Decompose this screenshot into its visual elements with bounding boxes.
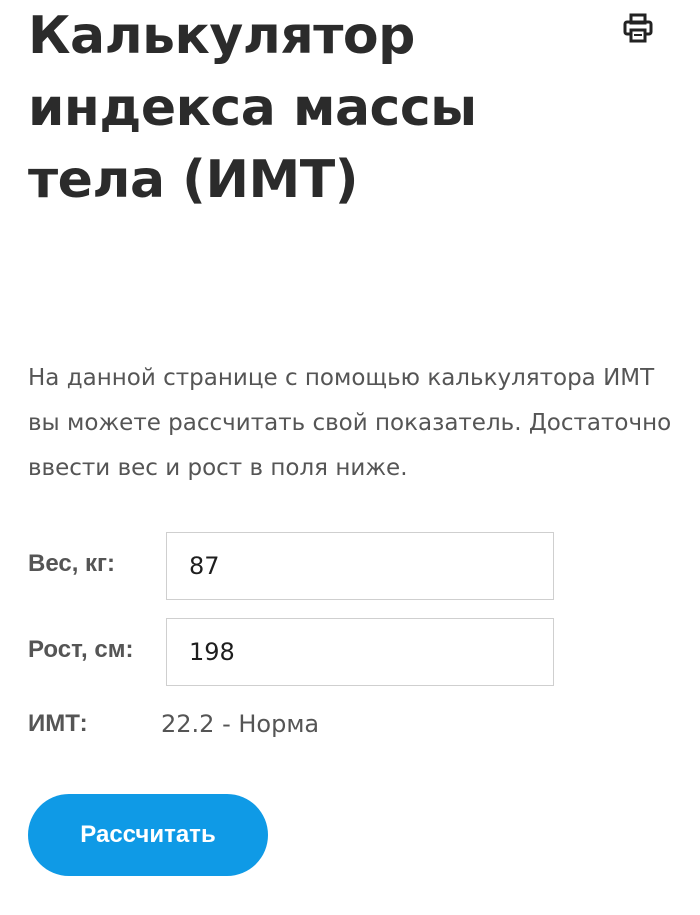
weight-row: Вес, кг: xyxy=(28,532,588,600)
printer-icon xyxy=(622,12,654,44)
print-button[interactable] xyxy=(622,12,654,44)
height-row: Рост, см: xyxy=(28,618,588,686)
height-label: Рост, см: xyxy=(28,636,134,663)
height-input[interactable] xyxy=(166,618,554,686)
calculate-button[interactable]: Рассчитать xyxy=(28,794,268,876)
bmi-result-label: ИМТ: xyxy=(28,710,88,737)
page-title: Калькулятор индекса массы тела (ИМТ) xyxy=(28,6,477,210)
weight-label: Вес, кг: xyxy=(28,550,116,577)
bmi-result-row: ИМТ: 22.2 - Норма xyxy=(28,706,528,746)
intro-text: На данной странице с помощью калькулятор… xyxy=(28,365,672,481)
weight-input[interactable] xyxy=(166,532,554,600)
bmi-calculator-page: Калькулятор индекса массы тела (ИМТ) На … xyxy=(0,0,700,915)
bmi-result-value: 22.2 - Норма xyxy=(161,710,320,738)
